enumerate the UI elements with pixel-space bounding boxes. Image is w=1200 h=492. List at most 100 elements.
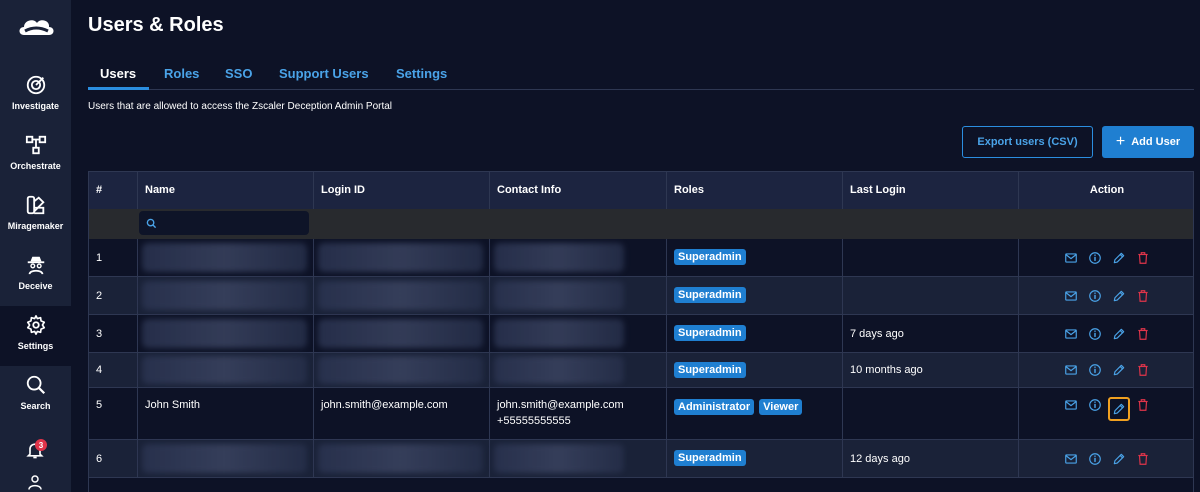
active-tab-indicator (88, 87, 149, 90)
edit-user-button[interactable] (1111, 362, 1127, 378)
zscaler-logo[interactable] (0, 0, 71, 55)
table-row: 4 Superadmin 10 months ago (89, 353, 1193, 388)
sidebar-item-investigate[interactable]: Investigate (0, 66, 71, 126)
trash-icon (1138, 399, 1148, 411)
delete-user-button[interactable] (1135, 250, 1151, 266)
gear-icon (26, 315, 45, 335)
mail-icon (1065, 453, 1077, 464)
sidebar-item-deceive[interactable]: Deceive (0, 246, 71, 306)
export-users-button[interactable]: Export users (CSV) (962, 126, 1093, 158)
contact-email: john.smith@example.com (497, 399, 624, 411)
page-subtitle: Users that are allowed to access the Zsc… (88, 101, 393, 112)
row-number: 5 (89, 388, 138, 439)
sidebar-item-label: Investigate (11, 101, 60, 111)
info-button[interactable] (1087, 397, 1103, 413)
login-id: john.smith@example.com (321, 399, 448, 411)
name-search-input[interactable] (162, 217, 302, 229)
info-button[interactable] (1087, 326, 1103, 342)
login-id-cell: john.smith@example.com (314, 388, 490, 439)
row-actions (1063, 277, 1159, 314)
tab-users[interactable]: Users (100, 66, 136, 81)
search-icon (26, 375, 45, 395)
sidebar-item-settings[interactable]: Settings (0, 306, 71, 366)
edit-user-button[interactable] (1111, 326, 1127, 342)
sidebar-item-miragemaker[interactable]: Miragemaker (0, 186, 71, 246)
user-name-cell (138, 353, 314, 387)
contact-info-cell (490, 277, 667, 314)
sidebar-item-label: Search (20, 401, 51, 411)
sidebar-item-search[interactable]: Search (0, 366, 71, 426)
delete-user-button[interactable] (1135, 397, 1151, 413)
info-button[interactable] (1087, 288, 1103, 304)
email-user-button[interactable] (1063, 397, 1079, 413)
redacted-content (494, 318, 624, 349)
delete-user-button[interactable] (1135, 362, 1151, 378)
info-icon (1089, 399, 1101, 411)
tab-roles[interactable]: Roles (164, 66, 199, 81)
redacted-content (318, 280, 483, 311)
info-button[interactable] (1087, 250, 1103, 266)
edit-user-button[interactable] (1108, 397, 1130, 421)
delete-user-button[interactable] (1135, 288, 1151, 304)
redacted-content (142, 443, 307, 474)
email-user-button[interactable] (1063, 362, 1079, 378)
info-icon (1089, 251, 1101, 264)
table-row: 1 Superadmin (89, 239, 1193, 277)
role-badge: Superadmin (674, 361, 746, 378)
row-actions (1063, 315, 1159, 352)
mail-icon (1065, 365, 1077, 375)
edit-user-button[interactable] (1111, 250, 1127, 266)
edit-user-button[interactable] (1111, 451, 1127, 467)
column-header-action: Action (1089, 184, 1125, 196)
email-user-button[interactable] (1063, 451, 1079, 467)
mail-icon (1065, 290, 1077, 301)
table-row: 3 Superadmin 7 days ago (89, 315, 1193, 353)
redacted-content (142, 280, 307, 311)
sidebar-item-orchestrate[interactable]: Orchestrate (0, 126, 71, 186)
contact-info-cell (490, 239, 667, 276)
user-name-cell (138, 277, 314, 314)
pencil-icon (1113, 328, 1125, 339)
column-header-name: Name (138, 172, 314, 209)
tab-sso[interactable]: SSO (225, 66, 252, 81)
add-user-button[interactable]: + Add User (1102, 126, 1194, 158)
edit-user-button[interactable] (1111, 288, 1127, 304)
email-user-button[interactable] (1063, 326, 1079, 342)
contact-info-cell (490, 315, 667, 352)
delete-user-button[interactable] (1135, 451, 1151, 467)
column-header-last-login: Last Login (843, 172, 1019, 209)
pencil-icon (1113, 403, 1125, 415)
pencil-icon (1113, 290, 1125, 301)
info-button[interactable] (1087, 451, 1103, 467)
contact-phone: +55555555555 (497, 415, 571, 427)
delete-user-button[interactable] (1135, 326, 1151, 342)
column-header-contact-info: Contact Info (490, 172, 667, 209)
row-number: 3 (89, 315, 138, 352)
row-number: 2 (89, 277, 138, 314)
palette-icon (26, 195, 45, 215)
trash-icon (1138, 251, 1148, 264)
add-user-label: Add User (1131, 136, 1181, 148)
email-user-button[interactable] (1063, 288, 1079, 304)
user-name-cell (138, 239, 314, 276)
cloud-logo-icon (19, 19, 53, 35)
column-header-login-id: Login ID (314, 172, 490, 209)
user-name-cell: John Smith (138, 388, 314, 439)
role-badge: Superadmin (674, 287, 746, 303)
redacted-content (494, 443, 624, 474)
row-actions (1063, 239, 1159, 276)
redacted-content (494, 242, 624, 273)
email-user-button[interactable] (1063, 250, 1079, 266)
last-login-cell: 10 months ago (843, 353, 1019, 387)
user-icon[interactable] (26, 473, 44, 491)
contact-info-cell (490, 353, 667, 387)
name-search[interactable] (139, 211, 309, 235)
users-table: # Name Login ID Contact Info Roles Last … (88, 171, 1194, 492)
tab-support-users[interactable]: Support Users (279, 66, 369, 81)
roles-cell: Superadmin (667, 277, 843, 314)
tab-settings[interactable]: Settings (396, 66, 447, 81)
spy-icon (27, 256, 44, 275)
last-login-cell: 7 days ago (843, 315, 1019, 352)
login-id-cell (314, 353, 490, 387)
info-button[interactable] (1087, 362, 1103, 378)
